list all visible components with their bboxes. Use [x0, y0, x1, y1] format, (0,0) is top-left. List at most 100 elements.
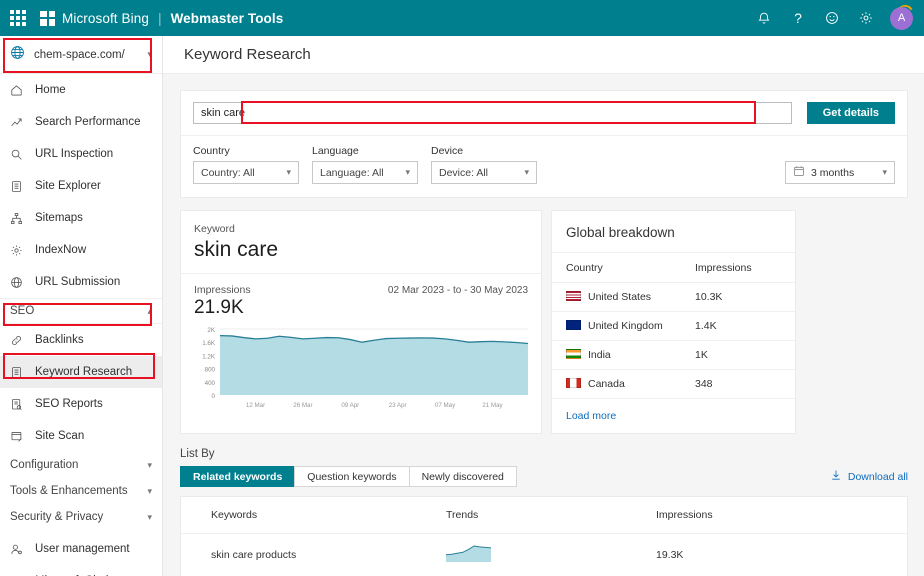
sidebar-group-tools-enhancements[interactable]: Tools & Enhancements ▾: [0, 478, 162, 504]
canada-flag-icon: [566, 378, 581, 388]
page-header: Keyword Research: [163, 36, 924, 74]
sidebar-group-label: SEO: [10, 305, 35, 317]
tab-question-keywords[interactable]: Question keywords: [294, 466, 410, 487]
sidebar-item-label: Site Explorer: [35, 180, 101, 192]
table-row[interactable]: skin care products 19.3K: [181, 533, 907, 576]
keyword-card-header: Keyword skin care: [181, 211, 541, 274]
notification-bell-icon[interactable]: [747, 0, 781, 36]
chevron-down-icon: ▾: [405, 167, 410, 177]
y-axis-tick-label: 2K: [207, 327, 215, 334]
chart-area-fill: [220, 335, 528, 395]
sidebar-item-sitemaps[interactable]: Sitemaps: [0, 202, 162, 234]
person-add-icon: [10, 543, 28, 556]
product-label: Webmaster Tools: [170, 10, 284, 26]
get-details-button[interactable]: Get details: [806, 102, 895, 124]
sidebar-item-indexnow[interactable]: IndexNow: [0, 234, 162, 266]
sidebar-item-microsoft-clarity[interactable]: Microsoft Clarity: [0, 565, 162, 576]
help-question-icon[interactable]: ?: [781, 0, 815, 36]
sidebar-group-label: Security & Privacy: [10, 511, 104, 523]
load-more-link[interactable]: Load more: [552, 399, 795, 433]
site-name: chem-space.com/: [34, 48, 125, 61]
impressions-cell: 348: [695, 369, 795, 399]
date-range-select[interactable]: 3 months ▾: [785, 161, 895, 184]
sidebar-item-site-explorer[interactable]: Site Explorer: [0, 170, 162, 202]
date-range-value: 3 months: [811, 166, 855, 179]
feedback-smiley-icon[interactable]: [815, 0, 849, 36]
table-row: Canada 348: [552, 369, 795, 399]
sidebar-item-keyword-research[interactable]: Keyword Research: [0, 356, 162, 388]
keyword-cell: skin care products: [181, 533, 446, 576]
search-input[interactable]: [193, 102, 792, 124]
sidebar-item-label: User management: [35, 543, 130, 555]
country-select[interactable]: Country: All ▾: [193, 161, 299, 184]
impressions-row: Impressions 21.9K 02 Mar 2023 - to - 30 …: [194, 284, 528, 319]
sidebar-group-security-privacy[interactable]: Security & Privacy ▾: [0, 504, 162, 530]
header-separator: |: [157, 10, 162, 26]
download-all-button[interactable]: Download all: [830, 469, 908, 484]
search-row: Get details: [181, 91, 907, 136]
globe-icon: [10, 276, 28, 289]
document-list-icon: [10, 366, 28, 379]
app-launcher-icon[interactable]: [10, 10, 26, 26]
page-title: Keyword Research: [184, 46, 311, 63]
trend-cell: [445, 533, 656, 576]
impressions-value: 21.9K: [194, 297, 244, 318]
keyword-card-body: Impressions 21.9K 02 Mar 2023 - to - 30 …: [181, 274, 541, 419]
country-cell: India: [552, 340, 695, 370]
y-axis-tick-label: 400: [205, 380, 216, 387]
list-by-tabs: Related keywords Question keywords Newly…: [180, 466, 908, 487]
keyword-table-card: Keywords Trends Impressions skin care pr…: [180, 496, 908, 576]
brand-label: Microsoft Bing: [62, 10, 149, 26]
select-value: Device: All: [439, 166, 489, 179]
site-selector[interactable]: chem-space.com/ ▾: [0, 36, 162, 74]
column-header-impressions: Impressions: [656, 497, 907, 534]
download-icon: [830, 469, 842, 484]
language-select[interactable]: Language: All ▾: [312, 161, 418, 184]
download-all-label: Download all: [847, 470, 908, 483]
y-axis-tick-label: 800: [205, 367, 216, 374]
avatar[interactable]: A: [890, 6, 913, 30]
sidebar-group-label: Tools & Enhancements: [10, 485, 128, 497]
sidebar-item-site-scan[interactable]: Site Scan: [0, 420, 162, 452]
sidebar-item-user-management[interactable]: User management: [0, 533, 162, 565]
sidebar-group-configuration[interactable]: Configuration ▾: [0, 452, 162, 478]
bing-logo[interactable]: Microsoft Bing: [40, 10, 149, 26]
column-header-keywords: Keywords: [181, 497, 446, 534]
magnifier-icon: [10, 148, 28, 161]
tab-related-keywords[interactable]: Related keywords: [180, 466, 296, 487]
country-cell: United States: [552, 282, 695, 312]
chevron-down-icon: ▾: [147, 459, 152, 470]
chevron-down-icon: ▾: [147, 511, 152, 522]
chevron-down-icon: ▾: [147, 49, 152, 59]
global-breakdown-title: Global breakdown: [552, 211, 795, 253]
filter-country: Country Country: All ▾: [193, 145, 299, 184]
keyword-table: Keywords Trends Impressions skin care pr…: [181, 497, 907, 576]
x-axis-tick-label: 23 Apr: [389, 402, 407, 409]
sidebar-item-home[interactable]: Home: [0, 74, 162, 106]
sidebar-item-label: Backlinks: [35, 334, 84, 346]
sidebar-group-seo[interactable]: SEO ▴: [0, 298, 162, 324]
chevron-down-icon: ▾: [524, 167, 529, 177]
column-header-trends: Trends: [446, 497, 656, 534]
sidebar-item-url-inspection[interactable]: URL Inspection: [0, 138, 162, 170]
avatar-initial: A: [897, 12, 906, 24]
table-row: United Kingdom 1.4K: [552, 311, 795, 341]
tab-newly-discovered[interactable]: Newly discovered: [408, 466, 517, 487]
x-axis-tick-label: 21 May: [482, 402, 503, 409]
settings-gear-icon[interactable]: [849, 0, 883, 36]
bing-tiles-icon: [40, 10, 55, 26]
device-select[interactable]: Device: All ▾: [431, 161, 537, 184]
chevron-down-icon: ▾: [286, 167, 291, 177]
keyword-value: skin care: [194, 238, 279, 261]
country-name: United States: [588, 291, 652, 303]
country-cell: Canada: [552, 369, 695, 399]
table-row: United States 10.3K: [552, 282, 795, 312]
chevron-down-icon: ▾: [147, 485, 152, 496]
sidebar-item-search-performance[interactable]: Search Performance: [0, 106, 162, 138]
impressions-cell: 1K: [695, 340, 795, 370]
sidebar-item-seo-reports[interactable]: SEO Reports: [0, 388, 162, 420]
filter-label: Device: [431, 145, 464, 157]
y-axis-tick-label: 1.2K: [202, 353, 216, 360]
sidebar-item-url-submission[interactable]: URL Submission: [0, 266, 162, 298]
sidebar-item-backlinks[interactable]: Backlinks: [0, 324, 162, 356]
